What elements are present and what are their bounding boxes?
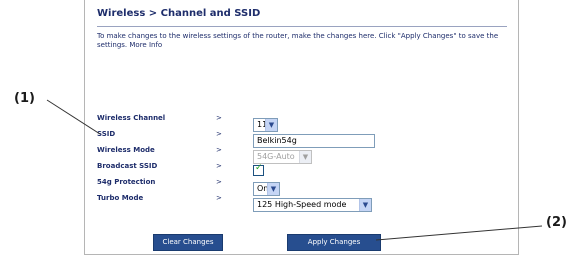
callout-1-leader [46,99,101,135]
callout-2-leader [375,225,543,241]
callout-lines [46,99,543,241]
